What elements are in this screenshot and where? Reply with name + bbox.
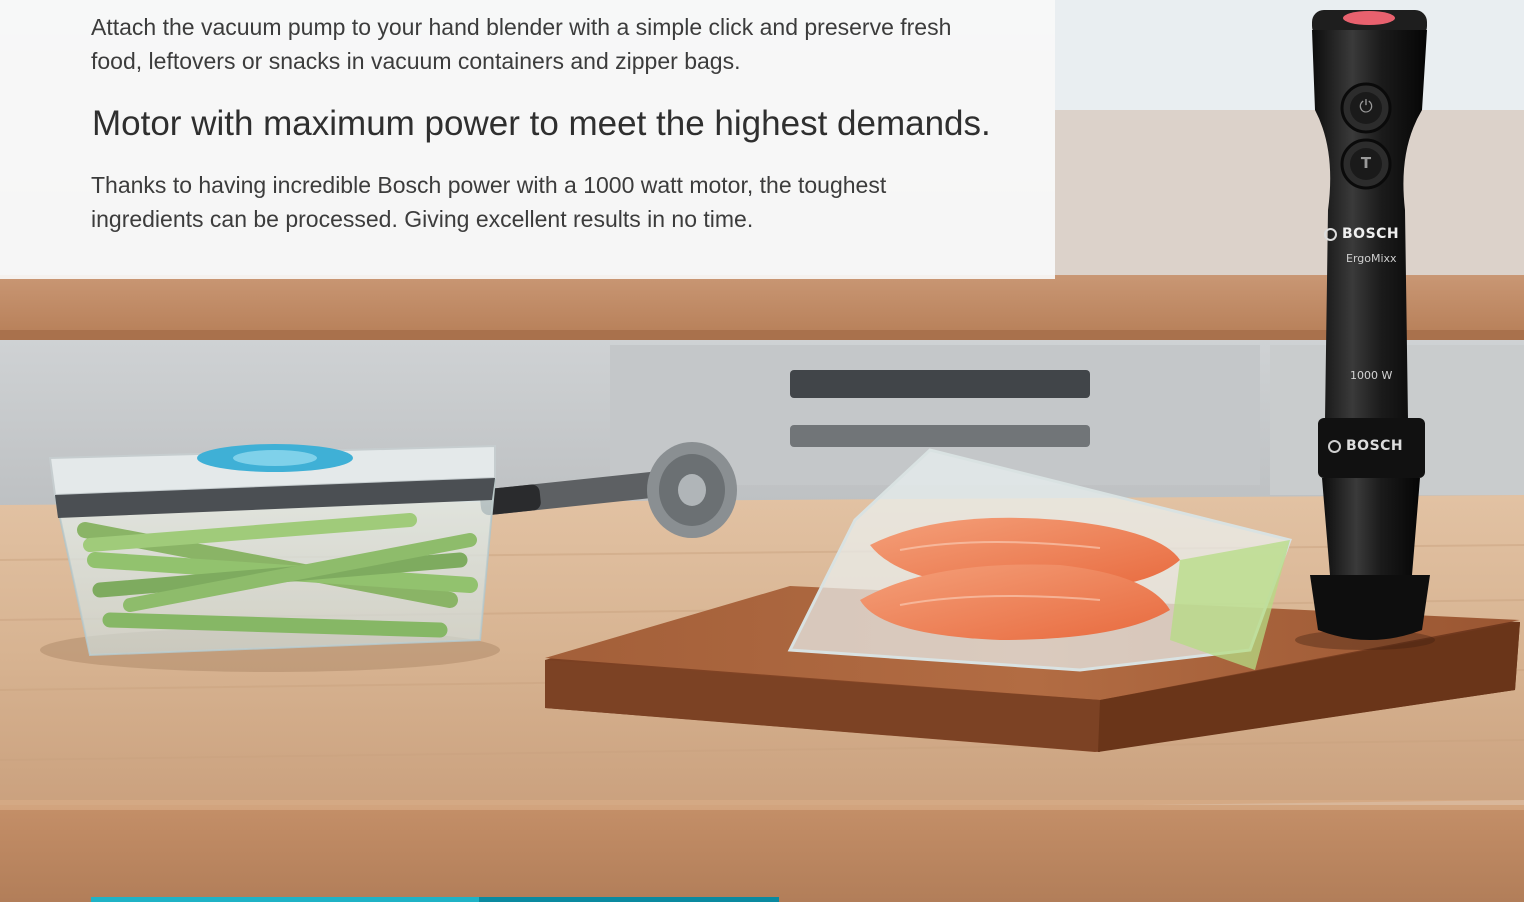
blender-brand-text-lower: BOSCH	[1346, 438, 1404, 454]
blender-brand-label-lower: BOSCH	[1328, 438, 1403, 454]
blender-brand-text: BOSCH	[1342, 226, 1400, 242]
bosch-logo-icon-lower	[1328, 439, 1341, 453]
blender-brand-label: BOSCH	[1324, 226, 1399, 242]
bosch-logo-icon	[1324, 227, 1337, 241]
motor-heading: Motor with maximum power to meet the hig…	[92, 104, 991, 143]
blender-power-text: 1000 W	[1350, 369, 1393, 382]
vacuum-container	[40, 444, 500, 672]
blender-model-text: ErgoMixx	[1346, 252, 1397, 265]
carousel-indicator-next[interactable]	[479, 897, 779, 902]
turbo-icon[interactable]: T	[1356, 153, 1376, 173]
motor-description: Thanks to having incredible Bosch power …	[91, 172, 887, 232]
carousel-indicator[interactable]	[91, 897, 779, 902]
power-icon[interactable]: ⏻	[1356, 97, 1376, 117]
carousel-indicator-active[interactable]	[91, 897, 479, 902]
feature-text-panel: Attach the vacuum pump to your hand blen…	[0, 0, 1055, 279]
vacuum-description: Attach the vacuum pump to your hand blen…	[91, 14, 952, 74]
